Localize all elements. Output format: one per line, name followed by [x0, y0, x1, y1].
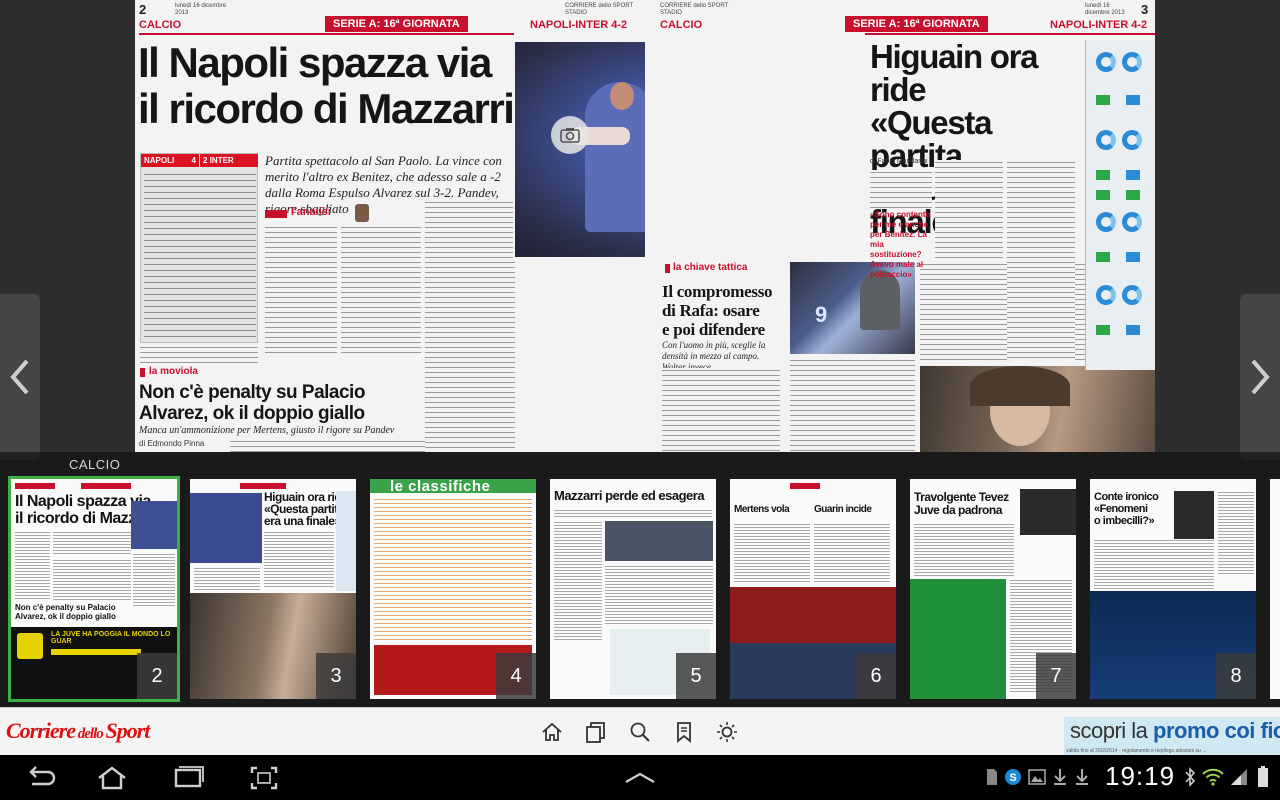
page-number: 2 — [139, 2, 147, 17]
page-number: 3 — [1141, 2, 1149, 17]
signal-icon — [1228, 766, 1250, 788]
analysis-label: l'analisi — [291, 206, 331, 218]
status-clock: 19:19 — [1105, 761, 1176, 791]
image-icon — [1027, 766, 1047, 788]
page-thumbnail-5[interactable]: Mazzarri perde ed esagera 5 — [550, 479, 716, 699]
left-page: 2 lunedì 16 dicembre 2013 CORRIERE dello… — [135, 0, 865, 452]
sd-card-icon — [985, 766, 999, 788]
page-thumbnail-partial[interactable] — [1270, 479, 1280, 699]
next-page-arrow[interactable] — [1240, 294, 1280, 460]
battery-icon — [1254, 766, 1272, 788]
magazine-spread[interactable]: 2 lunedì 16 dicembre 2013 CORRIERE dello… — [135, 0, 1155, 452]
moviola-byline: di Edmondo Pinna — [139, 439, 205, 448]
page-masthead: CORRIERE dello SPORT STADIO — [660, 3, 729, 16]
page-thumbnail-7[interactable]: Travolgente Tevez Juve da padrona 7 — [910, 479, 1076, 699]
moviola-kicker: la moviola — [149, 366, 198, 377]
promo-banner[interactable]: scopri la promo coi fiocchi valida fino … — [1064, 717, 1280, 755]
download-icon — [1073, 766, 1091, 788]
right-page: CORRIERE dello SPORT STADIO lunedì 16 di… — [645, 0, 1155, 452]
section-tag: SERIE A: 16ª GIORNATA — [845, 16, 988, 32]
home-icon[interactable] — [90, 763, 134, 793]
page-thumbnail-3[interactable]: Higuain ora ride «Questa partita era una… — [190, 479, 356, 699]
page-thumbnail-2[interactable]: Il Napoli spazza via il ricordo di Mazza… — [8, 476, 180, 702]
back-icon[interactable] — [18, 763, 62, 793]
pages-icon[interactable] — [582, 718, 610, 746]
app-screen: 2 lunedì 16 dicembre 2013 CORRIERE dello… — [0, 0, 1280, 800]
moviola-headline: Non c'è penalty su Palacio Alvarez, ok i… — [139, 382, 365, 424]
page-thumbnail-4[interactable]: le classifiche 4 — [370, 479, 536, 699]
bookmark-icon[interactable] — [670, 718, 698, 746]
section-title: CALCIO — [69, 457, 121, 472]
previous-page-arrow[interactable] — [0, 294, 40, 460]
thumbnail-page-number: 8 — [1216, 653, 1256, 699]
bluetooth-icon — [1183, 766, 1197, 788]
thumbnail-page-number: 2 — [137, 653, 177, 699]
search-icon[interactable] — [626, 718, 654, 746]
thumbnail-headline: le classifiche — [390, 479, 491, 495]
thumbnail-page-number: 5 — [676, 653, 716, 699]
section-label: CALCIO — [660, 19, 703, 31]
chevron-up-icon[interactable] — [618, 763, 662, 793]
reader-toolbar: Corriere dello Sport scopri la promo coi… — [0, 707, 1280, 755]
svg-text:S: S — [1009, 772, 1016, 784]
brand-logo: Corriere dello Sport — [6, 718, 150, 743]
thumbnail-page-number: 3 — [316, 653, 356, 699]
thumbnail-page-number: 4 — [496, 653, 536, 699]
stats-panel — [1085, 40, 1155, 370]
page-masthead: CORRIERE dello SPORT STADIO — [565, 3, 634, 16]
home-icon[interactable] — [538, 718, 566, 746]
download-icon — [1051, 766, 1069, 788]
system-navigation-bar: S 19:19 — [0, 755, 1280, 800]
thumbnail-page-number: 7 — [1036, 653, 1076, 699]
thumbnail-page-number: 6 — [856, 653, 896, 699]
author-photo — [355, 204, 369, 222]
lineup-box: NAPOLI 4 2 INTER — [140, 153, 258, 343]
page-date: lunedì 16 dicembre 2013 — [1085, 3, 1125, 16]
thumbnail-headline: Travolgente Tevez Juve da padrona — [914, 490, 1009, 517]
match-label: NAPOLI-INTER 4-2 — [1050, 19, 1148, 31]
chiave-kicker: la chiave tattica — [673, 262, 748, 273]
main-headline: Il Napoli spazza via il ricordo di Mazza… — [138, 39, 515, 132]
promo-fine-print: valida fino al 20/2/2014 - regolamento e… — [1066, 748, 1207, 754]
red-rule — [139, 33, 514, 35]
camera-icon[interactable] — [551, 116, 589, 154]
wifi-icon — [1201, 766, 1225, 788]
section-tag: SERIE A: 16ª GIORNATA — [325, 16, 468, 32]
match-label: NAPOLI-INTER 4-2 — [530, 19, 628, 31]
advertisement-photo — [920, 366, 1155, 452]
page-date: lunedì 16 dicembre 2013 — [175, 3, 227, 16]
moviola-subhead: Manca un'ammonizione per Mertens, giusto… — [139, 425, 395, 436]
recent-apps-icon[interactable] — [166, 763, 210, 793]
screenshot-icon[interactable] — [242, 763, 286, 793]
higuain-quote: «Sono contento per me e anche per Benite… — [870, 210, 931, 279]
page-thumbnail-8[interactable]: Conte ironico «Fenomeni o imbecilli?» 8 — [1090, 479, 1256, 699]
page-thumbnail-6[interactable]: Mertens vola Guarin incide 6 — [730, 479, 896, 699]
skype-icon: S — [1003, 766, 1023, 788]
brightness-icon[interactable] — [713, 718, 741, 746]
chiave-headline: Il compromesso di Rafa: osare e poi dife… — [662, 282, 773, 339]
thumbnail-headline: Conte ironico «Fenomeni o imbecilli?» — [1094, 491, 1159, 527]
thumbnail-headline: Mazzarri perde ed esagera — [554, 488, 705, 503]
thumbnail-headline: Mertens vola — [734, 504, 790, 515]
section-label: CALCIO — [139, 19, 182, 31]
higuain-byline: di Fabio Mandarini — [870, 158, 928, 165]
